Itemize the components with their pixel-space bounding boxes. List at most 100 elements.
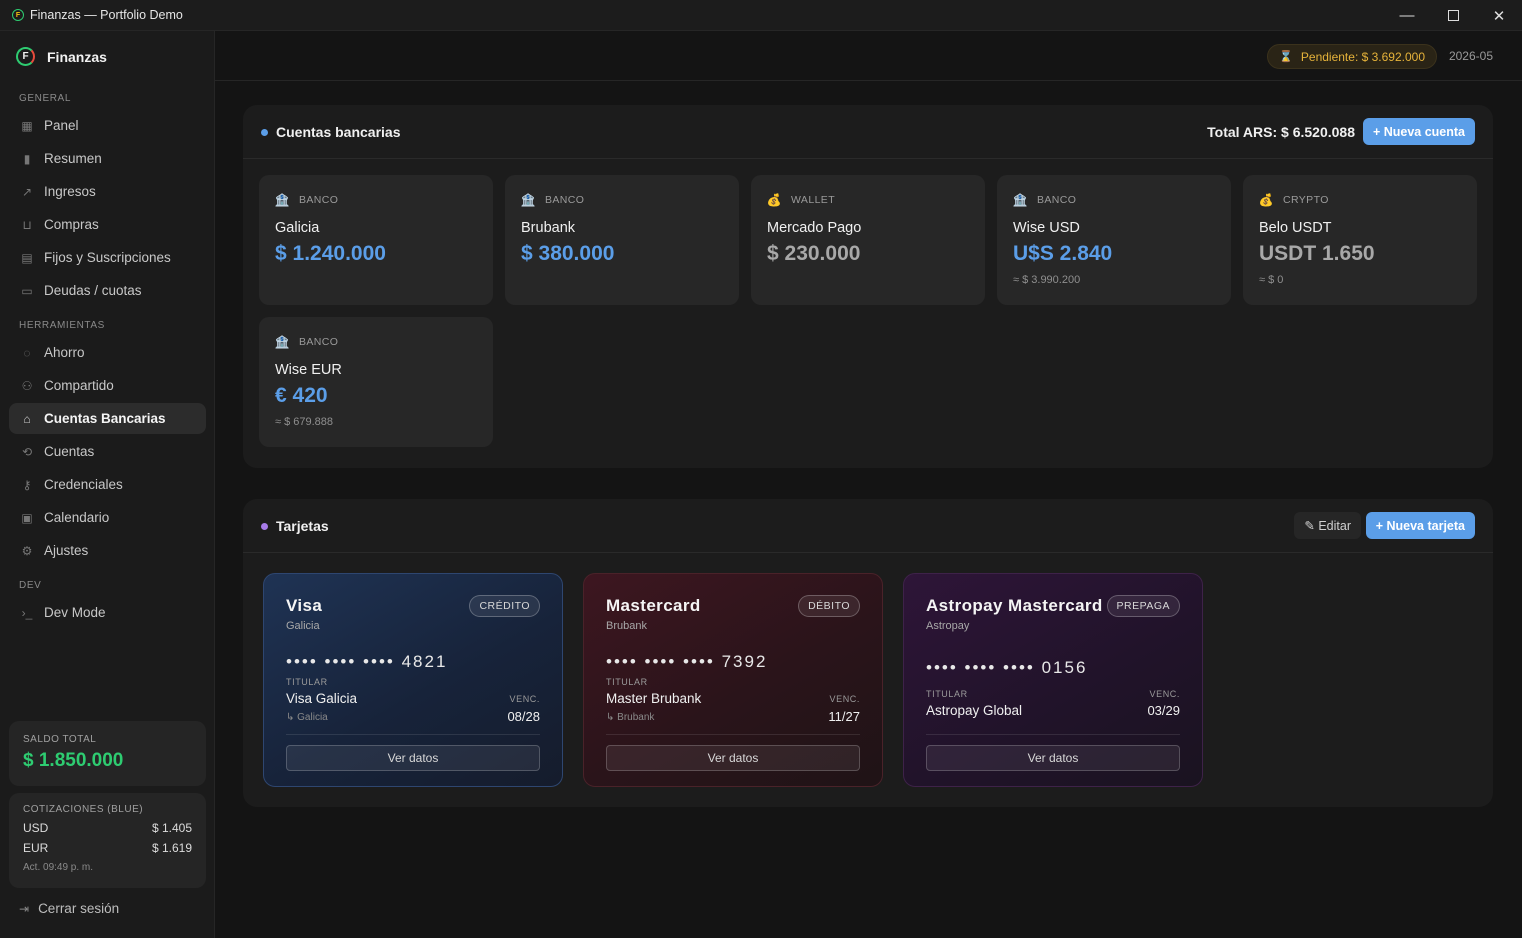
card-divider: [926, 734, 1180, 735]
sidebar-item-label: Ingresos: [44, 184, 96, 199]
receipt-icon: ▤: [21, 250, 33, 265]
sidebar-item-label: Ahorro: [44, 345, 85, 360]
brand[interactable]: F Finanzas: [16, 47, 107, 66]
sidebar-item-deudas[interactable]: ▭ Deudas / cuotas: [9, 275, 206, 306]
pending-badge[interactable]: ⌛ Pendiente: $ 3.692.000: [1267, 44, 1437, 69]
card-holder-label: TITULAR: [286, 677, 328, 687]
card-linked-account: ↳ Galicia: [286, 712, 328, 723]
sidebar-item-label: Calendario: [44, 510, 110, 525]
sidebar-item-dev-mode[interactable]: ›_ Dev Mode: [9, 597, 206, 628]
card-mastercard[interactable]: Mastercard Brubank DÉBITO •••• •••• ••••…: [583, 573, 883, 787]
ver-datos-button[interactable]: Ver datos: [286, 745, 540, 771]
account-card[interactable]: 🏦 BANCO Wise USD U$S 2.840 ≈ $ 3.990.200: [997, 175, 1231, 305]
account-type: BANCO: [545, 193, 585, 206]
card-expiry-label: VENC.: [829, 694, 860, 704]
nueva-cuenta-button[interactable]: + Nueva cuenta: [1362, 118, 1475, 145]
ver-datos-button[interactable]: Ver datos: [926, 745, 1180, 771]
bank-icon: 🏦: [1012, 192, 1029, 207]
saldo-total-box: SALDO TOTAL $ 1.850.000: [9, 721, 206, 786]
tarjetas-dot-icon: [261, 523, 268, 530]
card-visa[interactable]: Visa Galicia CRÉDITO •••• •••• •••• 4821…: [263, 573, 563, 787]
maximize-icon: [1447, 10, 1459, 21]
close-icon: ✕: [1492, 7, 1506, 25]
brand-logo-icon: F: [16, 47, 35, 66]
bank-icon: 🏦: [274, 334, 291, 349]
credit-card-icon: ▭: [21, 283, 33, 298]
sidebar-item-label: Cuentas: [44, 444, 95, 459]
bank-icon: ⌂: [23, 411, 31, 426]
account-card[interactable]: 🏦 BANCO Brubank $ 380.000: [505, 175, 739, 305]
card-expiry-label: VENC.: [1149, 689, 1180, 699]
nueva-tarjeta-button[interactable]: + Nueva tarjeta: [1365, 512, 1475, 539]
account-card[interactable]: 💰 WALLET Mercado Pago $ 230.000: [751, 175, 985, 305]
sidebar-item-label: Fijos y Suscripciones: [44, 250, 171, 265]
sidebar-item-resumen[interactable]: ▮ Resumen: [9, 143, 206, 174]
sidebar-item-cuentas-bancarias[interactable]: ⌂ Cuentas Bancarias: [9, 403, 206, 434]
sidebar-item-compras[interactable]: ⊔ Compras: [9, 209, 206, 240]
bank-icon: 🏦: [520, 192, 537, 207]
editar-tarjetas-button[interactable]: ✎ Editar: [1294, 512, 1361, 539]
card-holder: Visa Galicia: [286, 691, 358, 706]
card-holder: Master Brubank: [606, 691, 702, 706]
cuentas-title: Cuentas bancarias: [276, 124, 401, 140]
section-label-herramientas: HERRAMIENTAS: [19, 320, 105, 331]
logout-button[interactable]: ⇥ Cerrar sesión: [19, 901, 119, 916]
card-name: Mastercard: [606, 596, 701, 615]
account-name: Wise EUR: [275, 362, 342, 378]
minimize-button[interactable]: —: [1384, 0, 1430, 31]
account-name: Belo USDT: [1259, 220, 1332, 236]
cotizaciones-updated: Act. 09:49 p. m.: [23, 862, 94, 873]
account-card[interactable]: 💰 CRYPTO Belo USDT USDT 1.650 ≈ $ 0: [1243, 175, 1477, 305]
card-name: Visa: [286, 596, 323, 615]
account-card[interactable]: 🏦 BANCO Galicia $ 1.240.000: [259, 175, 493, 305]
account-type: BANCO: [1037, 193, 1077, 206]
sidebar-item-fijos[interactable]: ▤ Fijos y Suscripciones: [9, 242, 206, 273]
brand-name: Finanzas: [47, 48, 107, 65]
users-icon: ⚇: [21, 378, 33, 393]
card-bank: Galicia: [286, 620, 320, 632]
card-number: •••• •••• •••• 4821: [286, 652, 448, 671]
cotizaciones-box: COTIZACIONES (BLUE) USD $ 1.405 EUR $ 1.…: [9, 793, 206, 888]
account-balance: $ 1.240.000: [275, 242, 386, 265]
account-balance: USDT 1.650: [1259, 242, 1375, 265]
cotizacion-row-eur: EUR $ 1.619: [23, 841, 192, 855]
ver-datos-button[interactable]: Ver datos: [606, 745, 860, 771]
grid-icon: ▦: [21, 118, 33, 133]
card-type-badge: DÉBITO: [798, 595, 860, 617]
account-conversion: ≈ $ 3.990.200: [1013, 274, 1081, 286]
card-linked-account: ↳ Brubank: [606, 712, 655, 723]
sidebar-item-credenciales[interactable]: ⚷ Credenciales: [9, 469, 206, 500]
card-type-badge: PREPAGA: [1106, 595, 1180, 617]
cuentas-dot-icon: [261, 129, 268, 136]
sidebar-item-panel[interactable]: ▦ Panel: [9, 110, 206, 141]
sidebar-item-label: Resumen: [44, 151, 102, 166]
account-balance: $ 230.000: [767, 242, 861, 265]
saldo-total-value: $ 1.850.000: [23, 750, 124, 771]
section-label-dev: DEV: [19, 580, 42, 591]
sidebar-item-calendario[interactable]: ▣ Calendario: [9, 502, 206, 533]
sidebar-item-ajustes[interactable]: ⚙ Ajustes: [9, 535, 206, 566]
calendar-icon: ▣: [21, 510, 33, 525]
terminal-icon: ›_: [21, 605, 33, 620]
sidebar-item-label: Dev Mode: [44, 605, 106, 620]
cotizacion-value: $ 1.405: [151, 821, 192, 835]
sidebar-item-ingresos[interactable]: ↗ Ingresos: [9, 176, 206, 207]
app-logo-icon: F: [12, 9, 24, 21]
account-card[interactable]: 🏦 BANCO Wise EUR € 420 ≈ $ 679.888: [259, 317, 493, 447]
logout-icon: ⇥: [19, 901, 30, 916]
account-balance: U$S 2.840: [1013, 242, 1113, 265]
sidebar-item-cuentas[interactable]: ⟲ Cuentas: [9, 436, 206, 467]
maximize-button[interactable]: [1430, 0, 1476, 31]
bar-chart-icon: ▮: [23, 151, 31, 166]
account-type: BANCO: [299, 193, 339, 206]
saldo-total-label: SALDO TOTAL: [23, 734, 97, 745]
card-astropay[interactable]: Astropay Mastercard Astropay PREPAGA •••…: [903, 573, 1203, 787]
sidebar-item-label: Ajustes: [44, 543, 89, 558]
period-label[interactable]: 2026-05: [1449, 49, 1493, 63]
card-expiry-label: VENC.: [509, 694, 540, 704]
sidebar-item-ahorro[interactable]: ◌ Ahorro: [9, 337, 206, 368]
logout-label: Cerrar sesión: [38, 901, 120, 916]
sidebar-item-compartido[interactable]: ⚇ Compartido: [9, 370, 206, 401]
card-holder-label: TITULAR: [606, 677, 648, 687]
close-button[interactable]: ✕: [1476, 0, 1522, 31]
